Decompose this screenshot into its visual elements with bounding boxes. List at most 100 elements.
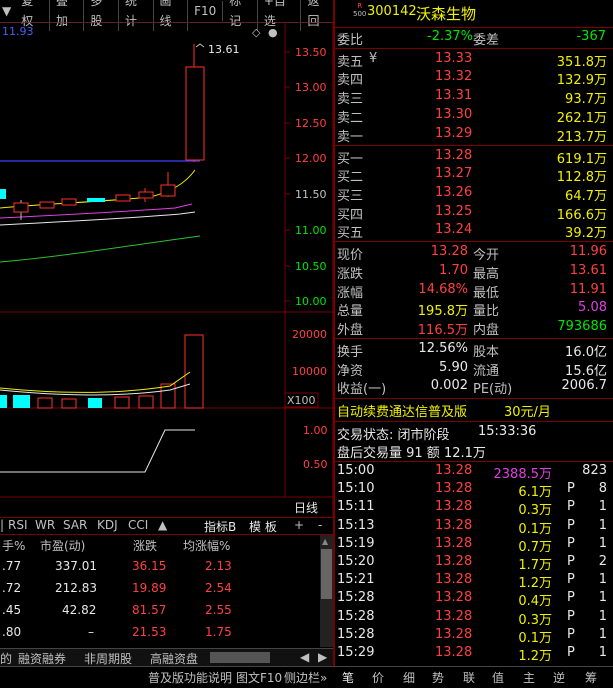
tick-p: 13.28 (435, 481, 473, 497)
buy-2-row[interactable]: 买二 13.27 112.8万 (337, 166, 610, 185)
header-change[interactable]: 涨跌 (133, 537, 157, 554)
tick-row[interactable]: 15:21 13.28 1.2万 P 1 (337, 572, 610, 591)
tab-wr[interactable]: WR (35, 518, 55, 532)
tab-cci[interactable]: CCI (128, 518, 148, 532)
tick-f: P (567, 608, 575, 624)
tick-p: 13.28 (435, 463, 473, 478)
scroll-thumb[interactable] (321, 549, 332, 599)
hscroll-thumb[interactable] (210, 652, 270, 663)
table-row[interactable]: .72 212.83 19.89 2.54 (0, 581, 320, 601)
zoom-out-button[interactable]: - (318, 518, 322, 532)
tick-n: 1 (598, 517, 607, 533)
table-row[interactable]: .45 42.82 81.57 2.55 (0, 603, 320, 623)
toolbar-dropdown-icon[interactable]: ▼ (0, 4, 15, 18)
chart-diamond-icon[interactable]: ◇ (252, 26, 261, 39)
sell-1-row[interactable]: 卖一 13.29 213.7万 (337, 126, 610, 145)
tab-value[interactable]: 值 (492, 669, 504, 686)
tick-n: 1 (598, 645, 607, 660)
scroll-left-icon[interactable]: ◀ (300, 650, 309, 664)
indicator-label-1: 0.50 (303, 458, 328, 471)
chart-close-icon[interactable]: ● (268, 26, 278, 39)
tab-kdj[interactable]: KDJ (97, 518, 118, 532)
tick-n: 1 (598, 499, 607, 515)
toolbar-f10-button[interactable]: F10 (188, 1, 224, 21)
tick-v: 2388.5万 (493, 467, 553, 482)
tick-p: 13.28 (435, 554, 473, 569)
tab-sar[interactable]: SAR (63, 518, 87, 532)
header-avg-change[interactable]: 均涨幅% (183, 537, 230, 554)
template-button[interactable]: 模 板 (249, 518, 277, 535)
scroll-right-icon[interactable]: ▶ (318, 650, 327, 664)
sector-tab-0[interactable]: 的 (0, 650, 12, 667)
tick-row[interactable]: 15:00 13.28 2388.5万 823 (337, 463, 610, 482)
table-row[interactable]: .77 337.01 36.15 2.13 (0, 559, 320, 579)
indicator-b-button[interactable]: 指标B (204, 518, 236, 535)
tab-chips[interactable]: 筹 (585, 669, 597, 686)
sector-tab-noncyclic[interactable]: 非周期股 (84, 650, 132, 667)
candles (0, 43, 205, 220)
tab-link[interactable]: 联 (463, 669, 475, 686)
sell-4-row[interactable]: 卖四 13.32 132.9万 (337, 69, 610, 88)
zoom-in-button[interactable]: + (294, 518, 304, 532)
tick-v: 6.1万 (518, 485, 552, 501)
indicator-label-0: 1.00 (303, 424, 328, 437)
tick-row[interactable]: 15:11 13.28 0.3万 P 1 (337, 499, 610, 518)
tab-detail[interactable]: 细 (403, 669, 415, 686)
tick-row[interactable]: 15:28 13.28 0.4万 P 1 (337, 590, 610, 609)
tick-p: 13.28 (435, 517, 473, 533)
kline-chart[interactable]: 13.61 11.93 ◇ ● 13.50 13.00 12.50 12.00 … (0, 22, 335, 518)
tick-t: 15:11 (337, 499, 375, 515)
tab-tick[interactable]: 笔 (342, 669, 354, 686)
tick-p: 13.28 (435, 608, 473, 624)
buy-4-row[interactable]: 买四 13.25 166.6万 (337, 204, 610, 223)
tick-f: P (567, 572, 575, 588)
tab-trend[interactable]: 势 (432, 669, 444, 686)
tab-price[interactable]: 价 (372, 669, 384, 686)
sector-tab-margin[interactable]: 融资融券 (18, 650, 66, 667)
tick-v: 1.7万 (518, 558, 552, 573)
table-scrollbar[interactable]: ▲ (320, 535, 333, 647)
period-label[interactable]: 日线 (294, 501, 318, 515)
tick-row[interactable]: 15:28 13.28 0.1万 P 1 (337, 626, 610, 646)
price-label-3: 12.00 (295, 152, 327, 165)
sell-3-row[interactable]: 卖三 13.31 93.7万 (337, 88, 610, 107)
tick-n: 2 (598, 554, 607, 569)
tick-row[interactable]: 15:29 13.28 1.2万 P 1 (337, 645, 610, 664)
tick-t: 15:13 (337, 517, 375, 533)
scroll-up-icon[interactable]: ▲ (322, 537, 328, 546)
quote-row-change: 涨跌 1.70 最高 13.61 (337, 263, 607, 282)
buy-5-row[interactable]: 买五 13.24 39.2万 (337, 222, 610, 241)
tick-row[interactable]: 15:19 13.28 0.7万 P 1 (337, 536, 610, 555)
tick-row[interactable]: 15:10 13.28 6.1万 P 8 (337, 481, 610, 501)
quote-row-price: 现价 13.28 今开 11.96 (337, 244, 607, 263)
tab-reverse[interactable]: 逆 (553, 669, 565, 686)
tick-row[interactable]: 15:28 13.28 0.3万 P 1 (337, 608, 610, 628)
sell-5-row[interactable]: 卖五 ¥ 13.33 351.8万 (337, 51, 610, 70)
buy-3-row[interactable]: 买三 13.26 64.7万 (337, 185, 610, 204)
help-link[interactable]: 普及版功能说明 (148, 669, 232, 686)
table-row[interactable]: .80 – 21.53 1.75 (0, 625, 320, 645)
tick-t: 15:28 (337, 626, 375, 642)
fund-row-eps: 收益(一) 0.002 PE(动) 2006.7 (337, 378, 607, 397)
sell-2-row[interactable]: 卖二 13.30 262.1万 (337, 107, 610, 126)
tick-row[interactable]: 15:13 13.28 0.1万 P 1 (337, 517, 610, 537)
ma-green-line (0, 235, 201, 263)
header-turnover[interactable]: 手% (2, 537, 25, 554)
f10-link[interactable]: 图文F10 (236, 669, 282, 686)
price-label-1: 13.00 (295, 81, 327, 94)
tick-v: 0.1万 (518, 630, 552, 646)
buy-1-row[interactable]: 买一 13.28 619.1万 (337, 148, 610, 167)
price-axis (285, 51, 290, 302)
tick-v: 0.7万 (518, 539, 552, 555)
stock-table: 手% 市盈(动) 涨跌 均涨幅% .77 337.01 36.15 2.13 .… (0, 535, 320, 647)
tab-rsi[interactable]: RSI (8, 518, 28, 532)
tick-v: 0.1万 (518, 521, 552, 537)
tick-n: 1 (598, 608, 607, 624)
header-pe[interactable]: 市盈(动) (40, 537, 85, 554)
sidebar-toggle[interactable]: 侧边栏» (284, 669, 327, 686)
sector-tab-high-margin[interactable]: 高融资盘 (150, 650, 198, 667)
promo-banner[interactable]: 自动续费通达信普及版 30元/月 (337, 401, 610, 420)
tab-main[interactable]: 主 (523, 669, 535, 686)
tick-row[interactable]: 15:20 13.28 1.7万 P 2 (337, 554, 610, 573)
tab-more-icon[interactable]: ▲ (158, 518, 167, 532)
